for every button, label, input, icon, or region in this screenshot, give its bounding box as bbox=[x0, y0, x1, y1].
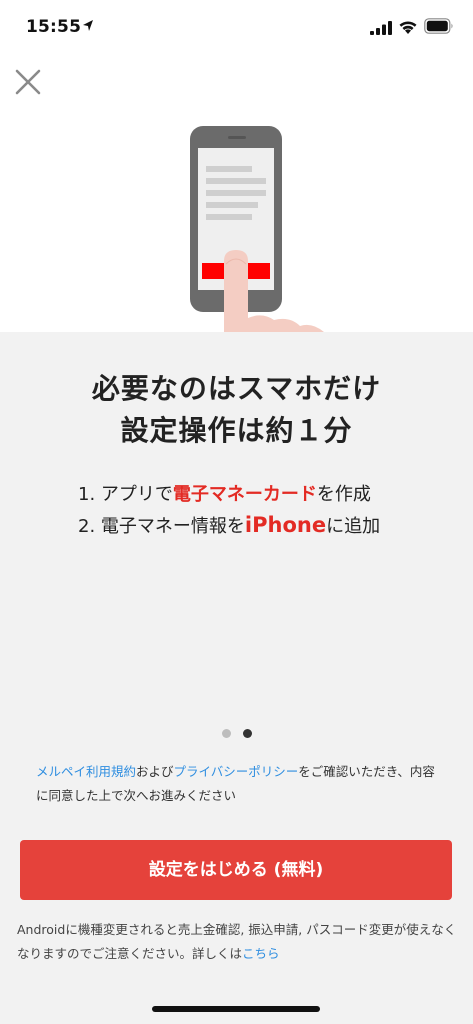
status-bar: 15:55 bbox=[0, 0, 473, 56]
step-2: 2. 電子マネー情報をiPhoneに追加 bbox=[78, 510, 458, 542]
hero-illustration bbox=[0, 56, 473, 332]
wifi-icon bbox=[399, 21, 417, 34]
start-setup-button[interactable]: 設定をはじめる (無料) bbox=[20, 840, 452, 900]
headline-line-1: 必要なのはスマホだけ bbox=[91, 372, 382, 405]
step-1-suffix: を作成 bbox=[316, 484, 371, 505]
steps-list: 1. アプリで電子マネーカードを作成 2. 電子マネー情報をiPhoneに追加 bbox=[78, 480, 458, 542]
step-1-highlight: 電子マネーカード bbox=[172, 484, 317, 505]
step-2-suffix: に追加 bbox=[326, 516, 381, 537]
battery-icon bbox=[424, 18, 453, 34]
step-1: 1. アプリで電子マネーカードを作成 bbox=[78, 480, 458, 510]
phone-tap-illustration bbox=[190, 126, 324, 332]
content-panel: 必要なのはスマホだけ 設定操作は約１分 1. アプリで電子マネーカードを作成 2… bbox=[0, 332, 473, 1024]
headline-line-2: 設定操作は約１分 bbox=[120, 414, 353, 447]
privacy-policy-link[interactable]: プライバシーポリシー bbox=[174, 764, 299, 779]
step-2-highlight: iPhone bbox=[244, 513, 327, 537]
android-notice: Androidに機種変更されると売上金確認, 振込申請, パスコード変更が使えな… bbox=[17, 918, 457, 966]
page-dot-2[interactable] bbox=[242, 729, 252, 738]
close-icon bbox=[15, 69, 41, 95]
close-button[interactable] bbox=[12, 66, 44, 98]
status-time: 15:55 bbox=[26, 17, 82, 37]
headline: 必要なのはスマホだけ 設定操作は約１分 bbox=[0, 368, 473, 452]
page-indicator bbox=[0, 723, 473, 738]
terms-link[interactable]: メルペイ利用規約 bbox=[36, 764, 136, 779]
location-arrow-icon bbox=[83, 20, 93, 31]
signal-bars-icon bbox=[370, 21, 392, 35]
home-indicator[interactable] bbox=[152, 1006, 320, 1012]
step-2-prefix: 2. 電子マネー情報を bbox=[78, 516, 245, 537]
notice-text: Androidに機種変更されると売上金確認, 振込申請, パスコード変更が使えな… bbox=[17, 922, 457, 961]
consent-and-text: および bbox=[136, 764, 174, 779]
consent-text: メルペイ利用規約およびプライバシーポリシーをご確認いただき、内容に同意した上で次… bbox=[36, 760, 441, 808]
step-1-prefix: 1. アプリで bbox=[78, 484, 173, 505]
page-dot-1[interactable] bbox=[221, 729, 231, 738]
details-link[interactable]: こちら bbox=[242, 946, 280, 961]
